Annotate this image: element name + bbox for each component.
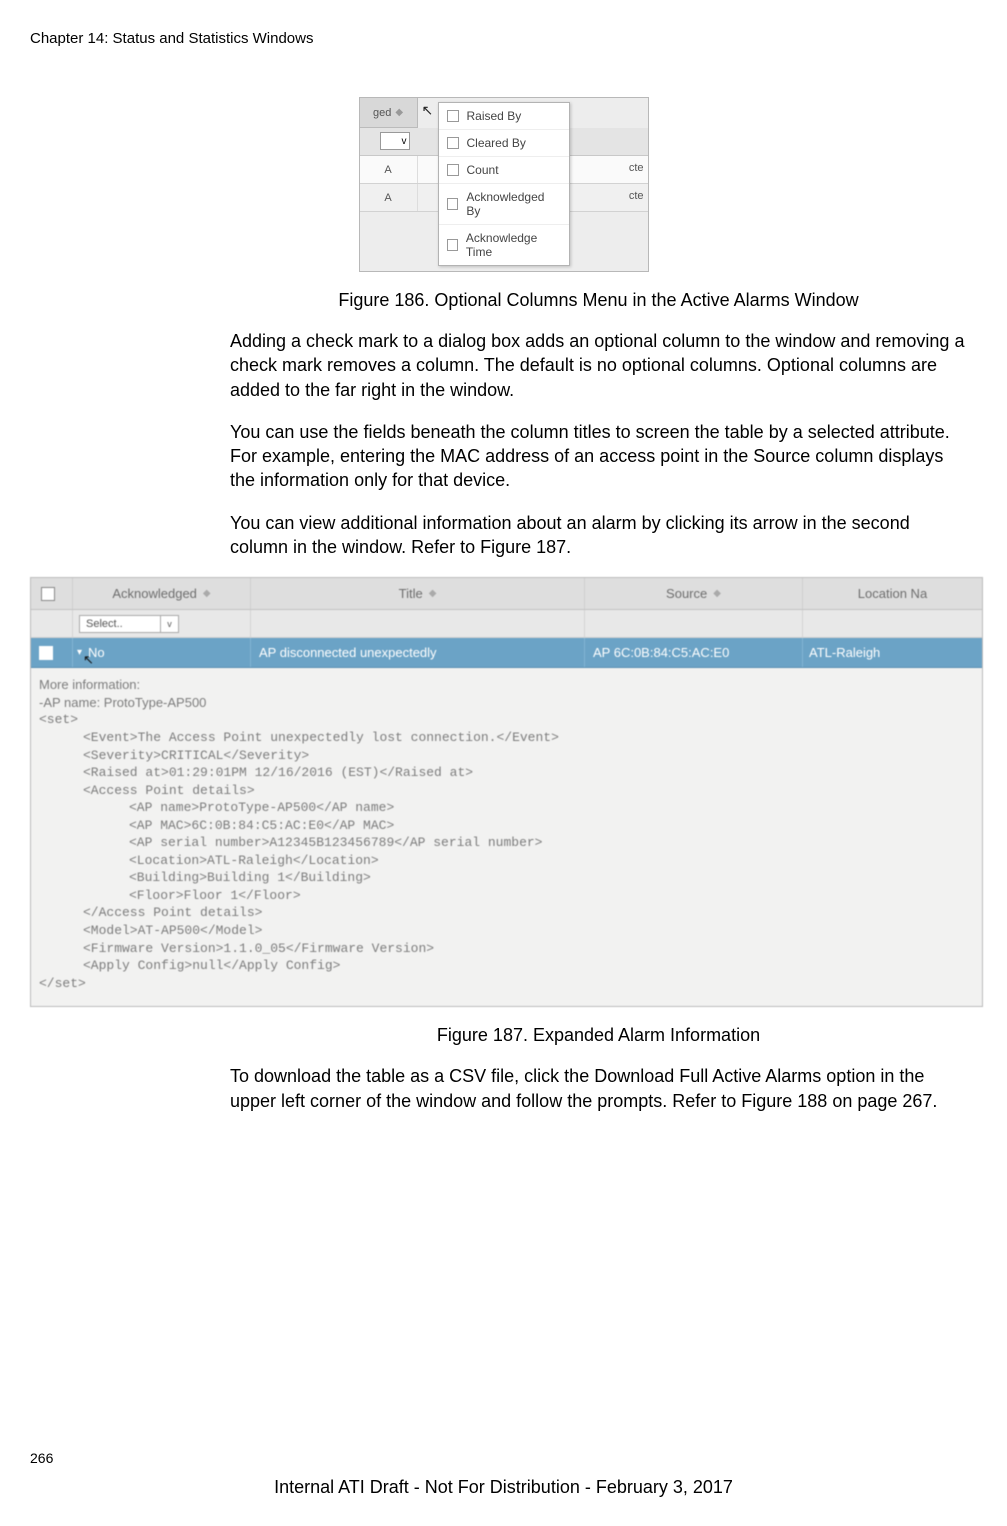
xml-line: <Building>Building 1</Building> [39, 869, 974, 887]
column-header-acknowledged[interactable]: Acknowledged ◆ [73, 578, 251, 609]
checkbox-icon[interactable] [39, 646, 53, 660]
cell: A [360, 184, 418, 211]
header-text: Title [399, 586, 423, 601]
header-text: Source [666, 586, 707, 601]
info-ap-name: -AP name: ProtoType-AP500 [39, 694, 974, 712]
select-label: Select.. [80, 618, 123, 630]
menu-item-cleared-by[interactable]: Cleared By [439, 130, 569, 157]
chapter-header: Chapter 14: Status and Statistics Window… [30, 30, 977, 47]
xml-line: </set> [39, 975, 974, 993]
expanded-info-panel: More information: -AP name: ProtoType-AP… [31, 668, 982, 1006]
paragraph: You can view additional information abou… [230, 511, 967, 560]
figure-187-caption: Figure 187. Expanded Alarm Information [230, 1025, 967, 1046]
table-header-row: Acknowledged ◆ Title ◆ Source ◆ Location Na [31, 578, 982, 610]
figure-186-caption: Figure 186. Optional Columns Menu in the… [230, 290, 967, 311]
column-header-title[interactable]: Title ◆ [251, 578, 585, 609]
column-header-text: ged [373, 107, 391, 119]
xml-line: <Severity>CRITICAL</Severity> [39, 747, 974, 765]
xml-line: <Floor>Floor 1</Floor> [39, 887, 974, 905]
checkbox-icon[interactable] [447, 164, 459, 176]
title-value: AP disconnected unexpectedly [259, 645, 437, 660]
cursor-icon: ↖ [83, 652, 94, 668]
figure-186: ged ◆ ↖ v A cte A cte Raised By Cleared … [359, 97, 649, 272]
checkbox-icon[interactable] [447, 239, 458, 251]
sort-icon[interactable]: ◆ [395, 107, 403, 118]
xml-line: <Firmware Version>1.1.0_05</Firmware Ver… [39, 940, 974, 958]
column-header-source[interactable]: Source ◆ [585, 578, 803, 609]
footer-notice: Internal ATI Draft - Not For Distributio… [0, 1477, 1007, 1498]
xml-line: <Apply Config>null</Apply Config> [39, 957, 974, 975]
xml-line: <AP name>ProtoType-AP500</AP name> [39, 799, 974, 817]
xml-line: <AP MAC>6C:0B:84:C5:AC:E0</AP MAC> [39, 817, 974, 835]
location-value: ATL-Raleigh [809, 645, 880, 660]
source-value: AP 6C:0B:84:C5:AC:E0 [593, 645, 729, 660]
expand-arrow-icon[interactable]: ▾ [77, 647, 82, 658]
menu-item-raised-by[interactable]: Raised By [439, 103, 569, 130]
menu-item-acknowledged-by[interactable]: Acknowledged By [439, 184, 569, 225]
acknowledged-filter-select[interactable]: Select.. v [79, 615, 179, 633]
cell: A [360, 156, 418, 183]
alarm-row-selected[interactable]: ▾ ↖ No AP disconnected unexpectedly AP 6… [31, 638, 982, 668]
menu-label: Acknowledge Time [466, 231, 561, 259]
sort-icon[interactable]: ◆ [429, 588, 437, 599]
filter-row: Select.. v [31, 610, 982, 638]
xml-line: <Location>ATL-Raleigh</Location> [39, 852, 974, 870]
cell: cte [629, 190, 644, 202]
menu-label: Raised By [467, 109, 522, 123]
column-header-location[interactable]: Location Na [803, 578, 982, 609]
column-header-tab[interactable]: ged ◆ [360, 98, 418, 128]
header-text: Location Na [858, 586, 927, 601]
xml-line: </Access Point details> [39, 904, 974, 922]
menu-label: Cleared By [467, 136, 526, 150]
info-label: More information: [39, 676, 974, 694]
xml-line: <set> [39, 711, 974, 729]
page-number: 266 [30, 1450, 53, 1466]
select-all-cell[interactable] [31, 578, 73, 609]
sort-icon[interactable]: ◆ [713, 588, 721, 599]
chevron-down-icon: v [160, 616, 178, 632]
menu-item-acknowledge-time[interactable]: Acknowledge Time [439, 225, 569, 265]
cell: cte [629, 162, 644, 174]
checkbox-icon[interactable] [41, 587, 55, 601]
menu-item-count[interactable]: Count [439, 157, 569, 184]
paragraph: You can use the fields beneath the colum… [230, 420, 967, 493]
xml-line: <Event>The Access Point unexpectedly los… [39, 729, 974, 747]
paragraph: To download the table as a CSV file, cli… [230, 1064, 967, 1113]
menu-label: Acknowledged By [466, 190, 560, 218]
xml-line: <AP serial number>A12345B123456789</AP s… [39, 834, 974, 852]
cursor-icon: ↖ [422, 102, 434, 119]
xml-line: <Raised at>01:29:01PM 12/16/2016 (EST)</… [39, 764, 974, 782]
filter-dropdown[interactable]: v [380, 132, 410, 150]
paragraph: Adding a check mark to a dialog box adds… [230, 329, 967, 402]
figure-187: Acknowledged ◆ Title ◆ Source ◆ Location Na… [30, 577, 983, 1007]
xml-line: <Access Point details> [39, 782, 974, 800]
checkbox-icon[interactable] [447, 137, 459, 149]
checkbox-icon[interactable] [447, 198, 459, 210]
menu-label: Count [467, 163, 499, 177]
xml-line: <Model>AT-AP500</Model> [39, 922, 974, 940]
header-text: Acknowledged [112, 586, 197, 601]
checkbox-icon[interactable] [447, 110, 459, 122]
sort-icon[interactable]: ◆ [203, 588, 211, 599]
columns-menu: Raised By Cleared By Count Acknowledged … [438, 102, 570, 266]
